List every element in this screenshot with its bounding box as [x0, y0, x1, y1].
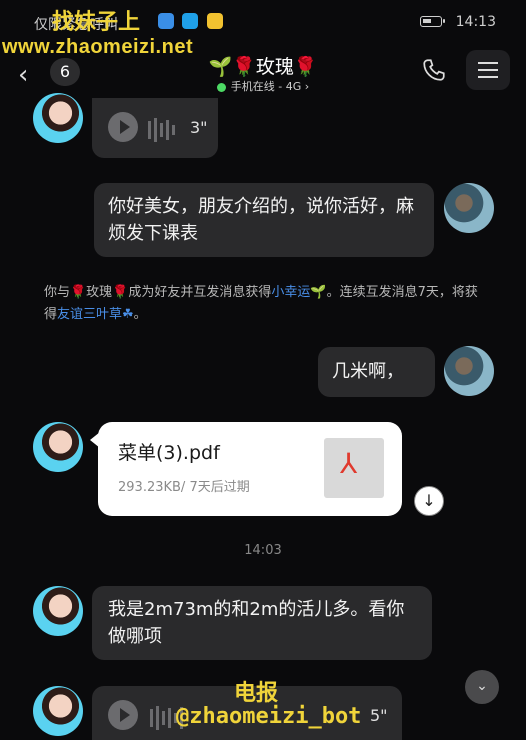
- notice-text: 。: [133, 307, 147, 322]
- timestamp: 14:03: [244, 543, 282, 558]
- file-message[interactable]: 菜单(3).pdf 293.23KB/ 7天后过期 ⅄: [90, 422, 402, 516]
- waveform-icon: [148, 116, 178, 143]
- online-status-icon: [216, 82, 226, 92]
- contact-avatar[interactable]: [33, 586, 83, 636]
- message-notification-icon: [206, 13, 223, 29]
- pdf-icon: ⅄: [324, 438, 384, 498]
- app-notification-icon: [158, 13, 174, 29]
- bubble-tail: [90, 432, 100, 448]
- my-avatar[interactable]: [444, 346, 494, 396]
- scroll-down-icon[interactable]: ⌄: [465, 670, 499, 704]
- online-status-text: 手机在线 - 4G: [230, 80, 302, 93]
- voice-duration: 5": [370, 706, 388, 725]
- subtitle-arrow: ›: [304, 80, 310, 93]
- download-icon[interactable]: ↓: [414, 486, 444, 516]
- received-message[interactable]: 我是2m73m的和2m的活儿多。看你做哪项: [92, 586, 432, 660]
- notice-text: 你与🌹玫瑰🌹成为好友并互发消息获得: [44, 285, 272, 300]
- play-icon[interactable]: [108, 112, 138, 142]
- sent-message[interactable]: 几米啊，: [318, 347, 435, 397]
- battery-icon: [420, 16, 445, 27]
- status-icons: [158, 13, 227, 29]
- contact-avatar[interactable]: [33, 93, 83, 143]
- contact-avatar[interactable]: [33, 686, 83, 736]
- phone-icon[interactable]: [421, 57, 447, 83]
- play-icon[interactable]: [108, 700, 138, 730]
- qq-notification-icon: [182, 13, 199, 29]
- message-text: 几米啊，: [332, 361, 404, 382]
- menu-icon[interactable]: [466, 50, 510, 90]
- clover-link[interactable]: 友谊三叶草☘: [57, 307, 134, 322]
- message-text: 你好美女，朋友介绍的，说你活好，麻烦发下课表: [108, 196, 414, 244]
- chat-subtitle[interactable]: 手机在线 - 4G ›: [0, 78, 526, 94]
- file-meta: 293.23KB/ 7天后过期: [118, 480, 250, 495]
- sent-message[interactable]: 你好美女，朋友介绍的，说你活好，麻烦发下课表: [94, 183, 434, 257]
- lucky-link[interactable]: 小幸运🌱: [271, 285, 326, 300]
- watermark-bottom-1: 电报: [234, 680, 279, 705]
- file-name: 菜单(3).pdf: [118, 442, 220, 464]
- chat-title[interactable]: 🌱🌹玫瑰🌹: [0, 52, 526, 79]
- my-avatar[interactable]: [444, 183, 494, 233]
- voice-duration: 3": [190, 118, 208, 137]
- voice-message[interactable]: 3": [92, 98, 218, 158]
- contact-avatar[interactable]: [33, 422, 83, 472]
- watermark-top-1: 找妹子上: [52, 9, 141, 34]
- watermark-bottom-2: @zhaomeizi_bot: [176, 704, 362, 729]
- system-notice: 你与🌹玫瑰🌹成为好友并互发消息获得小幸运🌱。连续互发消息7天，将获得友谊三叶草☘…: [44, 282, 484, 326]
- message-text: 我是2m73m的和2m的活儿多。看你做哪项: [108, 599, 405, 647]
- clock: 14:13: [455, 14, 496, 30]
